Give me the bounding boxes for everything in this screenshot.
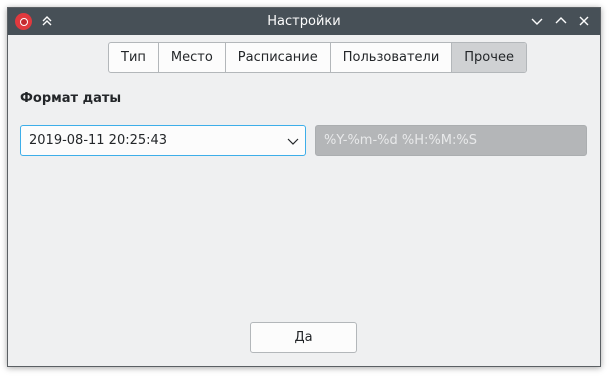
tab-schedule[interactable]: Расписание bbox=[226, 43, 331, 72]
close-icon[interactable] bbox=[575, 12, 593, 30]
tab-users[interactable]: Пользователи bbox=[331, 43, 453, 72]
title-bar[interactable]: Настройки bbox=[8, 8, 600, 35]
tab-bar: Тип Место Расписание Пользователи Прочее bbox=[108, 42, 527, 73]
tab-other[interactable]: Прочее bbox=[452, 43, 526, 72]
chevron-down-icon bbox=[287, 138, 299, 145]
date-format-label: Формат даты bbox=[20, 91, 122, 106]
minimize-icon[interactable] bbox=[528, 12, 546, 30]
settings-window: Настройки Тип Место Расписание Пользоват… bbox=[7, 7, 601, 367]
date-format-select[interactable]: 2019-08-11 20:25:43 bbox=[20, 125, 306, 156]
format-string-input bbox=[316, 126, 586, 155]
ok-button[interactable]: Да bbox=[250, 322, 357, 353]
tab-location[interactable]: Место bbox=[159, 43, 226, 72]
tab-type[interactable]: Тип bbox=[109, 43, 159, 72]
date-format-selected-value: 2019-08-11 20:25:43 bbox=[29, 133, 168, 148]
maximize-icon[interactable] bbox=[552, 12, 570, 30]
format-string-field bbox=[315, 125, 587, 156]
window-title: Настройки bbox=[267, 14, 341, 29]
